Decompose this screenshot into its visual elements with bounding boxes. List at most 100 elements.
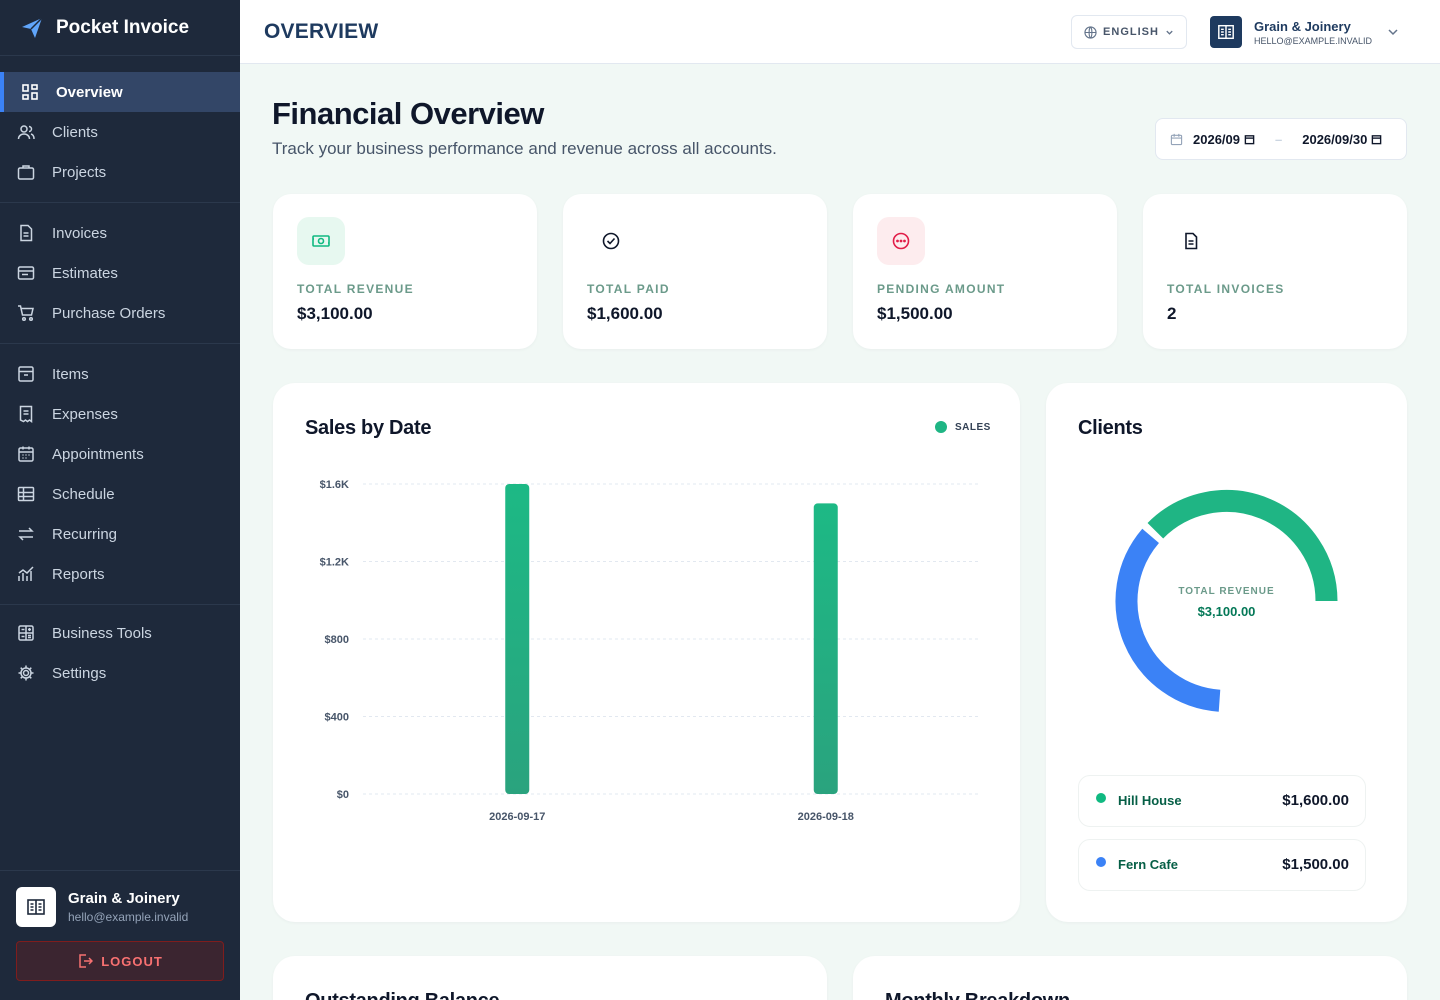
panel-title: Monthly Breakdown xyxy=(885,990,1070,1000)
nav-group-billing: Invoices Estimates Purchase Orders xyxy=(0,203,240,344)
date-from-value: 2026/09 xyxy=(1193,131,1240,147)
sidebar-item-clients[interactable]: Clients xyxy=(0,112,240,152)
sidebar-item-label: Items xyxy=(52,365,89,383)
calendar-icon[interactable] xyxy=(1371,134,1382,145)
calculator-icon xyxy=(16,623,36,643)
sidebar-item-label: Invoices xyxy=(52,224,108,242)
stat-card-total-revenue: TOTAL REVENUE $3,100.00 xyxy=(273,194,537,349)
sidebar-item-reports[interactable]: Reports xyxy=(0,554,240,594)
table-icon xyxy=(16,484,36,504)
donut-center-value: $3,100.00 xyxy=(1197,604,1256,619)
stat-label: PENDING AMOUNT xyxy=(877,282,1006,296)
company-email: HELLO@EXAMPLE.INVALID xyxy=(1254,35,1373,46)
client-color-dot xyxy=(1096,857,1106,867)
stat-card-total-invoices: TOTAL INVOICES 2 xyxy=(1143,194,1407,349)
sidebar-item-appointments[interactable]: Appointments xyxy=(0,434,240,474)
stat-label: TOTAL PAID xyxy=(587,282,670,296)
building-icon xyxy=(16,887,56,927)
company-name: Grain & Joinery xyxy=(1254,18,1351,34)
sidebar-item-label: Settings xyxy=(52,664,107,682)
sidebar: Pocket Invoice Overview Clients Projects… xyxy=(0,0,240,1000)
page-title: Financial Overview xyxy=(272,96,544,131)
brand[interactable]: Pocket Invoice xyxy=(0,0,240,56)
file-icon xyxy=(1167,217,1215,265)
globe-icon xyxy=(1084,25,1097,39)
sidebar-item-purchase-orders[interactable]: Purchase Orders xyxy=(0,293,240,333)
date-to-input[interactable]: 2026/09/30 xyxy=(1302,132,1382,147)
sales-by-date-panel: Sales by Date SALES $0 $400 $800 $1.2K $1.6K… xyxy=(273,383,1020,922)
sidebar-item-expenses[interactable]: Expenses xyxy=(0,394,240,434)
logout-icon xyxy=(79,954,94,968)
chart-icon xyxy=(16,564,36,584)
date-separator: – xyxy=(1275,131,1283,147)
document-icon xyxy=(16,223,36,243)
logout-button[interactable]: LOGOUT xyxy=(16,941,224,981)
sidebar-item-estimates[interactable]: Estimates xyxy=(0,253,240,293)
grid-icon xyxy=(20,82,40,102)
app-name: Pocket Invoice xyxy=(56,16,190,38)
nav-group-operations: Items Expenses Appointments Schedule Rec… xyxy=(0,344,240,605)
sidebar-item-label: Estimates xyxy=(52,264,118,282)
sidebar-item-invoices[interactable]: Invoices xyxy=(0,213,240,253)
stat-value: $3,100.00 xyxy=(297,304,373,323)
y-tick-label: $1.6K xyxy=(320,479,349,491)
repeat-icon xyxy=(16,524,36,544)
calendar-icon[interactable] xyxy=(1244,134,1255,145)
stat-card-total-paid: TOTAL PAID $1,600.00 xyxy=(563,194,827,349)
clients-panel: Clients TOTAL REVENUE $3,100.00 Hill Hou… xyxy=(1046,383,1407,922)
client-amount: $1,500.00 xyxy=(1282,856,1349,873)
client-list-item[interactable]: Hill House $1,600.00 xyxy=(1078,775,1366,827)
sidebar-item-label: Overview xyxy=(56,83,123,101)
check-circle-icon xyxy=(587,217,635,265)
outstanding-balance-panel: Outstanding Balance xyxy=(273,956,827,1000)
client-color-dot xyxy=(1096,793,1106,803)
stat-value: $1,600.00 xyxy=(587,304,663,323)
client-list-item[interactable]: Fern Cafe $1,500.00 xyxy=(1078,839,1366,891)
sidebar-item-items[interactable]: Items xyxy=(0,354,240,394)
bar xyxy=(813,503,838,794)
panel-title: Outstanding Balance xyxy=(305,990,500,1000)
sidebar-item-business-tools[interactable]: Business Tools xyxy=(0,613,240,653)
y-tick-label: $400 xyxy=(325,712,349,724)
sidebar-item-label: Clients xyxy=(52,123,98,141)
user-name: Grain & Joinery xyxy=(68,890,180,907)
sidebar-item-projects[interactable]: Projects xyxy=(0,152,240,192)
archive-icon xyxy=(16,364,36,384)
user-email: hello@example.invalid xyxy=(68,910,189,924)
cash-icon xyxy=(297,217,345,265)
calendar-icon xyxy=(16,444,36,464)
sidebar-item-label: Purchase Orders xyxy=(52,304,166,322)
users-icon xyxy=(16,122,36,142)
stat-label: TOTAL INVOICES xyxy=(1167,282,1285,296)
sidebar-item-label: Appointments xyxy=(52,445,144,463)
topbar: OVERVIEW ENGLISH Grain & Joinery HELLO@E… xyxy=(240,0,1440,64)
chevron-down-icon xyxy=(1388,29,1398,36)
user-profile[interactable]: Grain & Joinery hello@example.invalid xyxy=(16,887,224,927)
y-tick-label: $0 xyxy=(337,789,349,801)
language-label: ENGLISH xyxy=(1103,26,1159,38)
paper-plane-icon xyxy=(22,16,43,38)
client-name: Fern Cafe xyxy=(1118,857,1178,872)
receipt-icon xyxy=(16,404,36,424)
building-icon xyxy=(1210,16,1242,48)
sidebar-item-overview[interactable]: Overview xyxy=(0,72,240,112)
sidebar-item-schedule[interactable]: Schedule xyxy=(0,474,240,514)
page-subtitle: Track your business performance and reve… xyxy=(272,139,777,158)
x-tick-label: 2026-09-18 xyxy=(798,811,854,823)
client-amount: $1,600.00 xyxy=(1282,792,1349,809)
sales-chart: $0 $400 $800 $1.2K $1.6K 2026-09-17 2026-09-18 xyxy=(320,479,980,823)
company-switcher[interactable]: Grain & Joinery HELLO@EXAMPLE.INVALID xyxy=(1210,15,1410,49)
sidebar-item-label: Recurring xyxy=(52,525,118,543)
sidebar-footer: Grain & Joinery hello@example.invalid LO… xyxy=(0,870,240,1000)
date-from-input[interactable]: 2026/09 xyxy=(1193,132,1255,147)
nav-group-main: Overview Clients Projects xyxy=(0,56,240,203)
sidebar-item-settings[interactable]: Settings xyxy=(0,653,240,693)
date-to-value: 2026/09/30 xyxy=(1302,131,1368,147)
sidebar-item-recurring[interactable]: Recurring xyxy=(0,514,240,554)
topbar-title: OVERVIEW xyxy=(264,20,379,43)
sidebar-item-label: Projects xyxy=(52,163,107,181)
language-selector[interactable]: ENGLISH xyxy=(1071,15,1187,49)
logout-label: LOGOUT xyxy=(101,953,163,969)
sidebar-item-label: Schedule xyxy=(52,485,115,503)
date-range-picker[interactable]: 2026/09 – 2026/09/30 xyxy=(1155,118,1407,160)
